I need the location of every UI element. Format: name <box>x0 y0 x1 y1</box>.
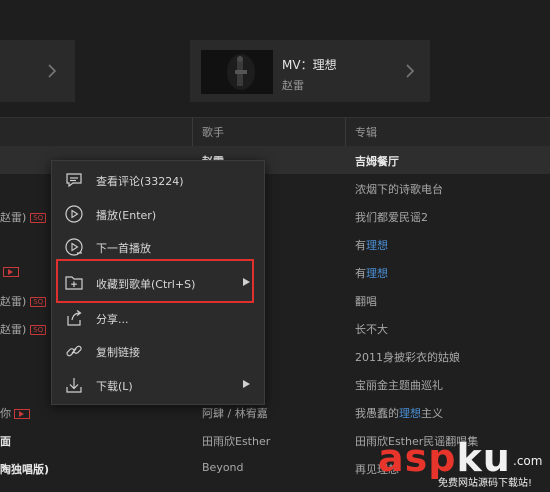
row-title[interactable] <box>0 265 19 278</box>
row-album[interactable]: 长不大 <box>355 321 388 337</box>
play-icon <box>64 204 84 224</box>
sq-badge: SQ <box>30 325 47 335</box>
row-album[interactable]: 我们都爱民谣2 <box>355 209 428 225</box>
submenu-arrow-icon <box>243 380 250 388</box>
menu-item-play-next[interactable]: 下一首播放 <box>52 231 264 261</box>
row-title[interactable]: 面 <box>0 433 11 449</box>
row-artist[interactable]: 阿肆 / 林宥嘉 <box>202 405 268 421</box>
row-title[interactable]: 赵雷) SQ <box>0 293 47 309</box>
mv-play-icon[interactable] <box>3 267 19 277</box>
row-title[interactable]: 赵雷) SQ <box>0 321 47 337</box>
highlight-box <box>56 259 254 303</box>
sq-badge: SQ <box>30 297 47 307</box>
link-icon <box>64 341 84 361</box>
column-divider[interactable] <box>345 118 346 146</box>
chevron-right-icon[interactable] <box>403 64 417 78</box>
menu-item-copy-link[interactable]: 复制链接 <box>52 335 264 365</box>
mv-artist[interactable]: 赵雷 <box>282 77 304 93</box>
menu-item-view-comments[interactable]: 查看评论(33224) <box>52 164 264 194</box>
menu-item-label: 播放(Enter) <box>96 209 157 222</box>
row-album[interactable]: 有理想 <box>355 237 388 253</box>
row-album[interactable]: 翻唱 <box>355 293 377 309</box>
watermark-logo: aspku .com 免费网站源码下载站! <box>378 436 543 489</box>
mv-thumbnail[interactable] <box>201 50 273 94</box>
row-album[interactable]: 宝丽金主题曲巡礼 <box>355 377 443 393</box>
menu-item-label: 下载(L) <box>96 380 133 393</box>
table-header: 歌手 专辑 <box>0 117 550 147</box>
row-album[interactable]: 吉姆餐厅 <box>355 153 399 169</box>
menu-item-label: 下一首播放 <box>96 242 151 255</box>
row-artist[interactable]: Beyond <box>202 461 244 474</box>
previous-card[interactable] <box>0 40 75 102</box>
row-album[interactable]: 浓烟下的诗歌电台 <box>355 181 443 197</box>
row-album[interactable]: 我愚蠢的理想主义 <box>355 405 443 421</box>
row-title[interactable]: 陶独唱版) <box>0 461 49 477</box>
row-title[interactable]: 你 <box>0 405 30 421</box>
column-header-album[interactable]: 专辑 <box>355 124 377 140</box>
menu-item-share[interactable]: 分享... <box>52 302 264 332</box>
mv-play-icon[interactable] <box>14 409 30 419</box>
column-divider[interactable] <box>192 118 193 146</box>
mv-title[interactable]: MV：理想 <box>282 56 337 73</box>
menu-item-label: 分享... <box>96 313 129 326</box>
share-icon <box>64 308 84 328</box>
menu-item-download[interactable]: 下载(L) <box>52 369 264 399</box>
menu-item-play[interactable]: 播放(Enter) <box>52 198 264 228</box>
menu-item-label: 查看评论(33224) <box>96 175 184 188</box>
menu-item-label: 复制链接 <box>96 346 140 359</box>
sq-badge: SQ <box>30 213 47 223</box>
chevron-right-icon[interactable] <box>45 64 59 78</box>
play-next-icon <box>64 237 84 257</box>
row-album[interactable]: 2011身披彩衣的姑娘 <box>355 349 460 365</box>
row-artist[interactable]: 田雨欣Esther <box>202 433 270 449</box>
mv-card[interactable]: MV：理想 赵雷 <box>190 40 430 102</box>
row-title[interactable]: 赵雷) SQ <box>0 209 47 225</box>
comment-icon <box>64 170 84 190</box>
row-album[interactable]: 有理想 <box>355 265 388 281</box>
column-header-artist[interactable]: 歌手 <box>202 124 224 140</box>
download-icon <box>64 375 84 395</box>
